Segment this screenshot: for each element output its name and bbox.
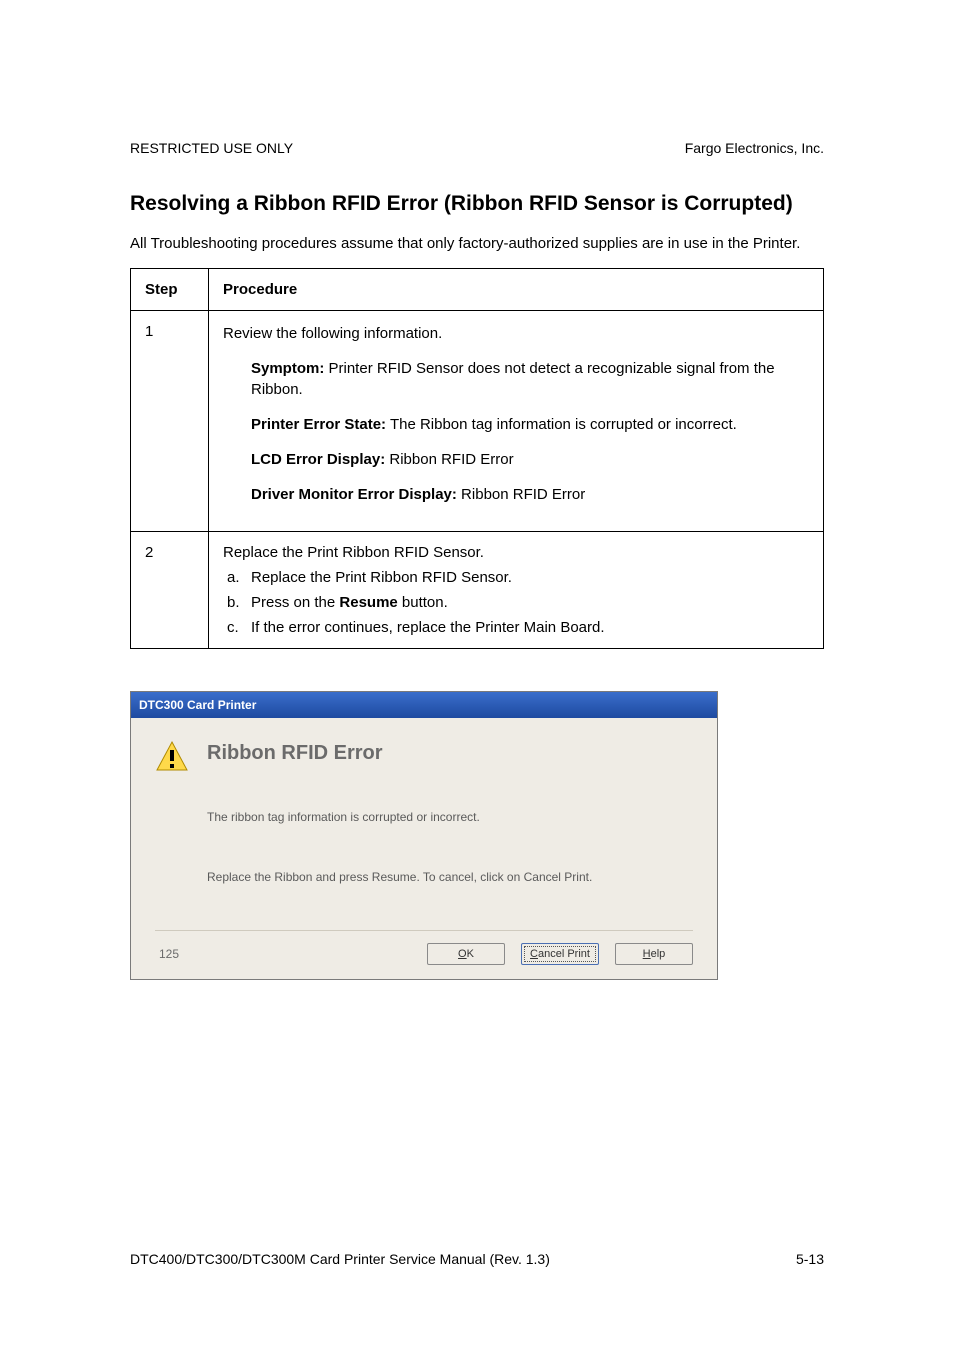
list-marker: c. [227,619,251,636]
cancel-accel: C [530,948,538,960]
step-procedure: Replace the Print Ribbon RFID Sensor. a.… [209,532,824,649]
dialog-heading: Ribbon RFID Error [207,742,383,765]
list-item: b.Press on the Resume button. [223,594,809,611]
page-header: RESTRICTED USE ONLY Fargo Electronics, I… [130,140,824,156]
page-footer: DTC400/DTC300/DTC300M Card Printer Servi… [130,1251,824,1267]
error-dialog: DTC300 Card Printer Ribbon RFID Error Th… [130,691,718,980]
list-marker: a. [227,569,251,586]
driver-display-text: Ribbon RFID Error [457,486,585,503]
ok-button[interactable]: OK [427,943,505,965]
list-text: Replace the Print Ribbon RFID Sensor. [251,569,512,586]
list-text: Press on the [251,594,339,611]
cancel-print-button[interactable]: Cancel Print [521,943,599,965]
step-number: 2 [131,532,209,649]
list-item: a.Replace the Print Ribbon RFID Sensor. [223,569,809,586]
error-state-label: Printer Error State: [251,416,386,433]
dialog-titlebar[interactable]: DTC300 Card Printer [131,692,717,718]
error-state-text: The Ribbon tag information is corrupted … [386,416,737,433]
cancel-rest: ancel Print [538,948,590,960]
table-row: 2 Replace the Print Ribbon RFID Sensor. … [131,532,824,649]
list-text: If the error continues, replace the Prin… [251,619,605,636]
dialog-counter: 125 [159,947,179,961]
list-bold: Resume [339,594,397,611]
list-post: button. [398,594,448,611]
lcd-display-block: LCD Error Display: Ribbon RFID Error [223,449,809,470]
help-button[interactable]: Help [615,943,693,965]
dialog-message-2: Replace the Ribbon and press Resume. To … [207,870,693,884]
step-number: 1 [131,311,209,532]
step-procedure: Review the following information. Sympto… [209,311,824,532]
lcd-display-text: Ribbon RFID Error [385,451,513,468]
col-step-header: Step [131,269,209,311]
table-row: 1 Review the following information. Symp… [131,311,824,532]
header-right: Fargo Electronics, Inc. [685,140,824,156]
error-state-block: Printer Error State: The Ribbon tag info… [223,414,809,435]
help-accel: H [643,948,651,960]
header-left: RESTRICTED USE ONLY [130,140,293,156]
review-line: Review the following information. [223,323,809,344]
symptom-label: Symptom: [251,360,324,377]
driver-display-label: Driver Monitor Error Display: [251,486,457,503]
ok-accel: O [458,948,467,960]
warning-icon [155,740,189,774]
procedure-table: Step Procedure 1 Review the following in… [130,268,824,649]
list-item: c.If the error continues, replace the Pr… [223,619,809,636]
driver-display-block: Driver Monitor Error Display: Ribbon RFI… [223,484,809,505]
footer-left: DTC400/DTC300/DTC300M Card Printer Servi… [130,1251,550,1267]
footer-right: 5-13 [796,1251,824,1267]
step2-lead: Replace the Print Ribbon RFID Sensor. [223,544,809,561]
symptom-block: Symptom: Printer RFID Sensor does not de… [223,358,809,400]
col-procedure-header: Procedure [209,269,824,311]
dialog-message-1: The ribbon tag information is corrupted … [207,810,693,824]
dialog-title: DTC300 Card Printer [139,698,256,712]
help-rest: elp [651,948,666,960]
section-title: Resolving a Ribbon RFID Error (Ribbon RF… [130,192,824,216]
symptom-text: Printer RFID Sensor does not detect a re… [251,360,775,398]
ok-rest: K [467,948,474,960]
lcd-display-label: LCD Error Display: [251,451,385,468]
intro-paragraph: All Troubleshooting procedures assume th… [130,234,824,254]
list-marker: b. [227,594,251,611]
